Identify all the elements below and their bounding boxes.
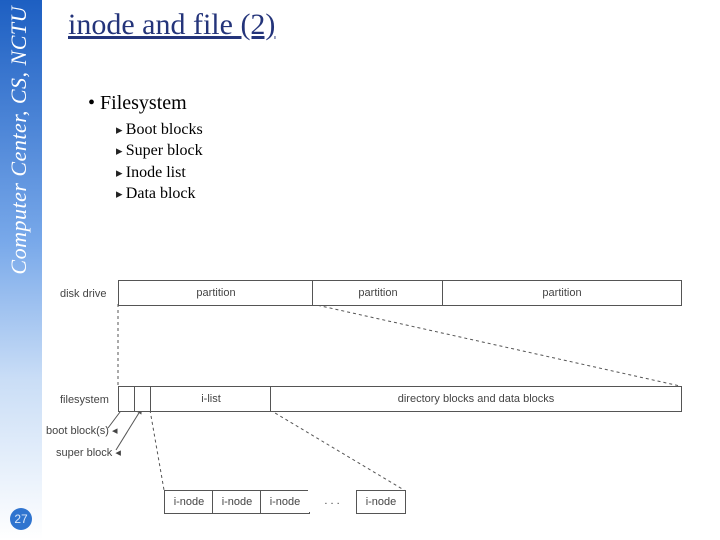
- inode-cell: i-node: [260, 490, 310, 514]
- partition-box: partition: [312, 280, 444, 306]
- partition-box: partition: [442, 280, 682, 306]
- arrow-left-icon: ◂: [112, 425, 118, 437]
- bullet-heading: • Filesystem: [88, 92, 203, 115]
- bullet-item: Super block: [116, 142, 203, 160]
- ilist-box: i-list: [150, 386, 272, 412]
- bullet-item: Inode list: [116, 164, 203, 182]
- inode-cell: i-node: [164, 490, 214, 514]
- superblock-box: [134, 386, 151, 412]
- bullet-block: • Filesystem Boot blocks Super block Ino…: [88, 92, 203, 207]
- slide-number-badge: 27: [10, 508, 32, 530]
- bullet-item: Boot blocks: [116, 121, 203, 139]
- bootblock-label: boot block(s) ◂: [46, 424, 118, 437]
- bootblock-box: [118, 386, 135, 412]
- partition-box: partition: [118, 280, 314, 306]
- bullet-item: Data block: [116, 185, 203, 203]
- diagram-canvas: disk drive partition partition partition…: [60, 276, 710, 526]
- disk-drive-label: disk drive: [60, 288, 106, 300]
- inode-ellipsis: . . .: [308, 490, 356, 512]
- sidebar-org-text: Computer Center, CS, NCTU: [6, 6, 32, 275]
- slide-title: inode and file (2): [68, 8, 275, 42]
- filesystem-label: filesystem: [60, 394, 109, 406]
- bullet-heading-text: Filesystem: [100, 92, 187, 114]
- sidebar: Computer Center, CS, NCTU: [0, 0, 42, 540]
- superblock-label: super block ◂: [56, 446, 121, 459]
- arrow-left-icon: ◂: [115, 447, 121, 459]
- datablocks-box: directory blocks and data blocks: [270, 386, 682, 412]
- inode-cell: i-node: [356, 490, 406, 514]
- inode-cell: i-node: [212, 490, 262, 514]
